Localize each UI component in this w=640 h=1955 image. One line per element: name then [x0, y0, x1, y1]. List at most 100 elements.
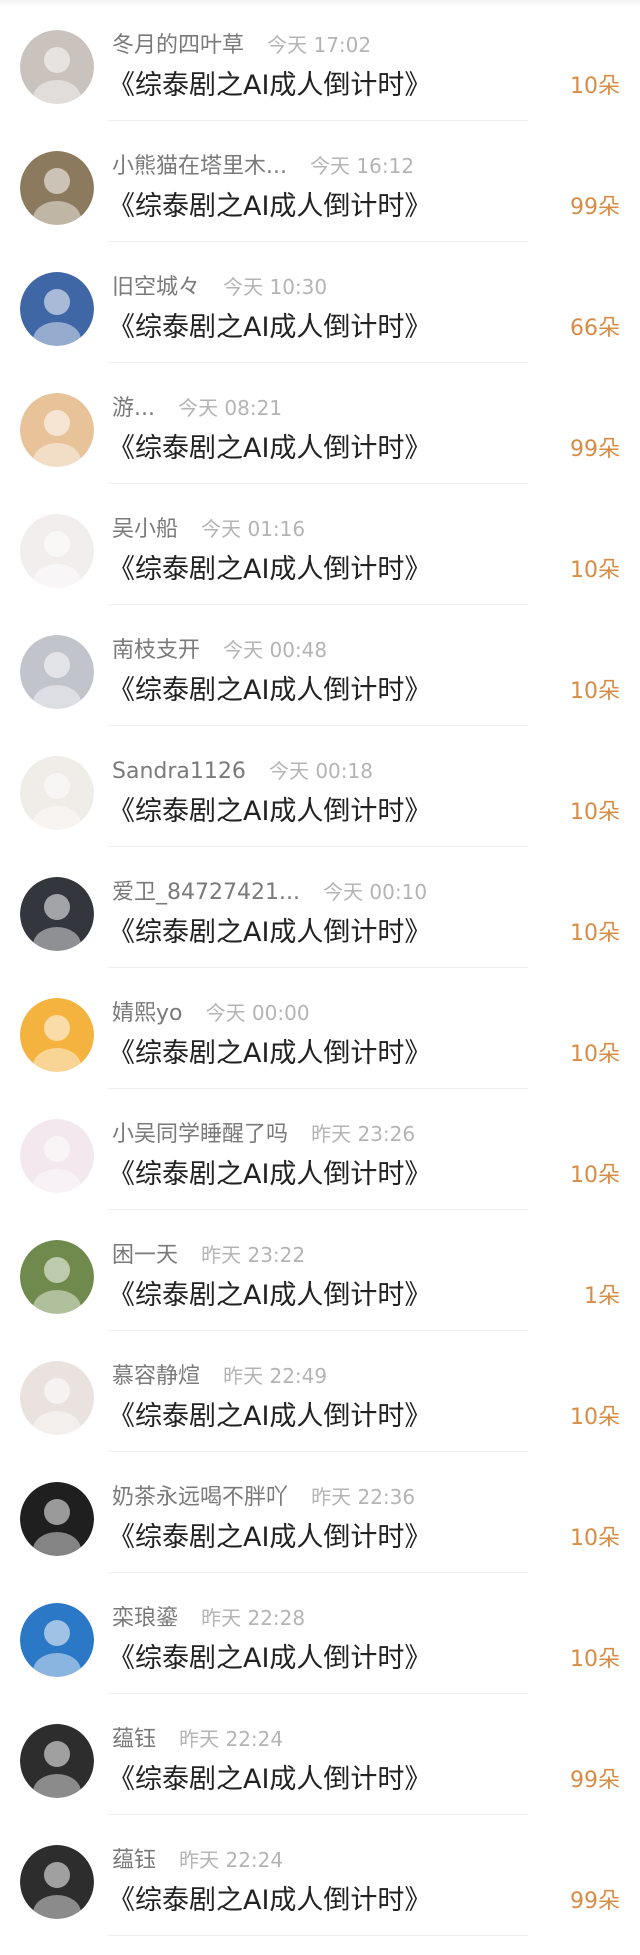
user-name[interactable]: 南枝支开: [112, 638, 200, 663]
gift-row[interactable]: 困一天 昨天 23:22 《综泰剧之AI成人倒计时》 1朵: [0, 1210, 640, 1331]
flower-count: 10朵: [570, 1163, 620, 1188]
timestamp: 今天 00:18: [268, 759, 373, 783]
user-name[interactable]: 慕容静煊: [112, 1364, 200, 1389]
avatar[interactable]: [20, 877, 94, 951]
flower-count: 10朵: [570, 74, 620, 99]
avatar[interactable]: [20, 1845, 94, 1919]
timestamp: 昨天 22:36: [311, 1485, 416, 1509]
row-meta: Sandra1126 今天 00:18: [112, 756, 373, 786]
row-meta: 小熊猫在塔里木... 今天 16:12: [112, 151, 414, 181]
cartoon-avatar-icon: [20, 514, 94, 588]
avatar[interactable]: [20, 1361, 94, 1435]
dark-portrait-avatar-icon: [20, 1724, 94, 1798]
user-name[interactable]: 蕴钰: [112, 1848, 156, 1873]
user-name[interactable]: 婧熙yo: [112, 1001, 182, 1026]
flower-count: 10朵: [570, 1405, 620, 1430]
gift-row[interactable]: 蕴钰 昨天 22:24 《综泰剧之AI成人倒计时》 99朵: [0, 1815, 640, 1936]
flower-count: 99朵: [570, 195, 620, 220]
row-meta: 旧空城々 今天 10:30: [112, 272, 327, 302]
avatar[interactable]: [20, 151, 94, 225]
avatar[interactable]: [20, 272, 94, 346]
row-meta: 奶茶永远喝不胖吖 昨天 22:36: [112, 1482, 415, 1512]
gift-list: 冬月的四叶草 今天 17:02 《综泰剧之AI成人倒计时》 10朵 小熊猫在塔里…: [0, 0, 640, 1936]
flower-count: 10朵: [570, 800, 620, 825]
user-name[interactable]: 吴小船: [112, 517, 178, 542]
row-meta: 慕容静煊 昨天 22:49: [112, 1361, 327, 1391]
avatar[interactable]: [20, 1240, 94, 1314]
gift-row[interactable]: 慕容静煊 昨天 22:49 《综泰剧之AI成人倒计时》 10朵: [0, 1331, 640, 1452]
gift-row[interactable]: 婧熙yo 今天 00:00 《综泰剧之AI成人倒计时》 10朵: [0, 968, 640, 1089]
flower-count: 66朵: [570, 316, 620, 341]
user-name[interactable]: 冬月的四叶草: [112, 33, 244, 58]
user-name[interactable]: 小吴同学睡醒了吗: [112, 1122, 288, 1147]
work-title[interactable]: 《综泰剧之AI成人倒计时》: [108, 431, 431, 467]
user-name[interactable]: 游...: [112, 396, 155, 421]
flower-count: 99朵: [570, 1889, 620, 1914]
gift-row[interactable]: 游... 今天 08:21 《综泰剧之AI成人倒计时》 99朵: [0, 363, 640, 484]
work-title[interactable]: 《综泰剧之AI成人倒计时》: [108, 1036, 431, 1072]
gift-row[interactable]: 小熊猫在塔里木... 今天 16:12 《综泰剧之AI成人倒计时》 99朵: [0, 121, 640, 242]
avatar[interactable]: [20, 635, 94, 709]
avatar[interactable]: [20, 1603, 94, 1677]
avatar[interactable]: [20, 393, 94, 467]
avatar[interactable]: [20, 756, 94, 830]
avatar[interactable]: [20, 1119, 94, 1193]
tulip-avatar-icon: [20, 1240, 94, 1314]
anime-boy-avatar-icon: [20, 756, 94, 830]
timestamp: 昨天 22:24: [179, 1727, 284, 1751]
user-name[interactable]: 小熊猫在塔里木...: [112, 154, 287, 179]
work-title[interactable]: 《综泰剧之AI成人倒计时》: [108, 794, 431, 830]
flower-count: 10朵: [570, 1647, 620, 1672]
user-name[interactable]: 旧空城々: [112, 275, 200, 300]
avatar[interactable]: [20, 1482, 94, 1556]
work-title[interactable]: 《综泰剧之AI成人倒计时》: [108, 1399, 431, 1435]
work-title[interactable]: 《综泰剧之AI成人倒计时》: [108, 673, 431, 709]
avatar[interactable]: [20, 30, 94, 104]
dark-portrait-avatar-icon: [20, 1845, 94, 1919]
gift-row[interactable]: 小吴同学睡醒了吗 昨天 23:26 《综泰剧之AI成人倒计时》 10朵: [0, 1089, 640, 1210]
man-avatar-icon: [20, 635, 94, 709]
cat-avatar-icon: [20, 30, 94, 104]
work-title[interactable]: 《综泰剧之AI成人倒计时》: [108, 552, 431, 588]
user-name[interactable]: 困一天: [112, 1243, 178, 1268]
user-name[interactable]: 栾琅鎏: [112, 1606, 178, 1631]
gift-row[interactable]: 栾琅鎏 昨天 22:28 《综泰剧之AI成人倒计时》 10朵: [0, 1573, 640, 1694]
flower-count: 99朵: [570, 437, 620, 462]
timestamp: 昨天 23:26: [311, 1122, 416, 1146]
gift-row[interactable]: 蕴钰 昨天 22:24 《综泰剧之AI成人倒计时》 99朵: [0, 1694, 640, 1815]
timestamp: 今天 00:00: [205, 1001, 310, 1025]
work-title[interactable]: 《综泰剧之AI成人倒计时》: [108, 1883, 431, 1919]
work-title[interactable]: 《综泰剧之AI成人倒计时》: [108, 1520, 431, 1556]
timestamp: 今天 10:30: [223, 275, 328, 299]
work-title[interactable]: 《综泰剧之AI成人倒计时》: [108, 68, 431, 104]
work-title[interactable]: 《综泰剧之AI成人倒计时》: [108, 189, 431, 225]
work-title[interactable]: 《综泰剧之AI成人倒计时》: [108, 1278, 431, 1314]
work-title[interactable]: 《综泰剧之AI成人倒计时》: [108, 310, 431, 346]
gift-row[interactable]: 吴小船 今天 01:16 《综泰剧之AI成人倒计时》 10朵: [0, 484, 640, 605]
gift-row[interactable]: 爱卫_84727421... 今天 00:10 《综泰剧之AI成人倒计时》 10…: [0, 847, 640, 968]
user-name[interactable]: 蕴钰: [112, 1727, 156, 1752]
sea-avatar-icon: [20, 272, 94, 346]
work-title[interactable]: 《综泰剧之AI成人倒计时》: [108, 915, 431, 951]
work-title[interactable]: 《综泰剧之AI成人倒计时》: [108, 1157, 431, 1193]
row-meta: 蕴钰 昨天 22:24: [112, 1724, 283, 1754]
row-meta: 游... 今天 08:21: [112, 393, 282, 423]
timestamp: 昨天 22:24: [179, 1848, 284, 1872]
gift-row[interactable]: Sandra1126 今天 00:18 《综泰剧之AI成人倒计时》 10朵: [0, 726, 640, 847]
gift-row[interactable]: 奶茶永远喝不胖吖 昨天 22:36 《综泰剧之AI成人倒计时》 10朵: [0, 1452, 640, 1573]
user-name[interactable]: 奶茶永远喝不胖吖: [112, 1485, 288, 1510]
flower-count: 99朵: [570, 1768, 620, 1793]
work-title[interactable]: 《综泰剧之AI成人倒计时》: [108, 1641, 431, 1677]
gift-row[interactable]: 南枝支开 今天 00:48 《综泰剧之AI成人倒计时》 10朵: [0, 605, 640, 726]
avatar[interactable]: [20, 998, 94, 1072]
gift-row[interactable]: 旧空城々 今天 10:30 《综泰剧之AI成人倒计时》 66朵: [0, 242, 640, 363]
gift-row[interactable]: 冬月的四叶草 今天 17:02 《综泰剧之AI成人倒计时》 10朵: [0, 0, 640, 121]
avatar[interactable]: [20, 514, 94, 588]
avatar[interactable]: [20, 1724, 94, 1798]
row-divider: [108, 1935, 528, 1936]
row-meta: 小吴同学睡醒了吗 昨天 23:26: [112, 1119, 415, 1149]
work-title[interactable]: 《综泰剧之AI成人倒计时》: [108, 1762, 431, 1798]
timestamp: 昨天 22:49: [223, 1364, 328, 1388]
user-name[interactable]: Sandra1126: [112, 759, 246, 784]
user-name[interactable]: 爱卫_84727421...: [112, 880, 300, 905]
